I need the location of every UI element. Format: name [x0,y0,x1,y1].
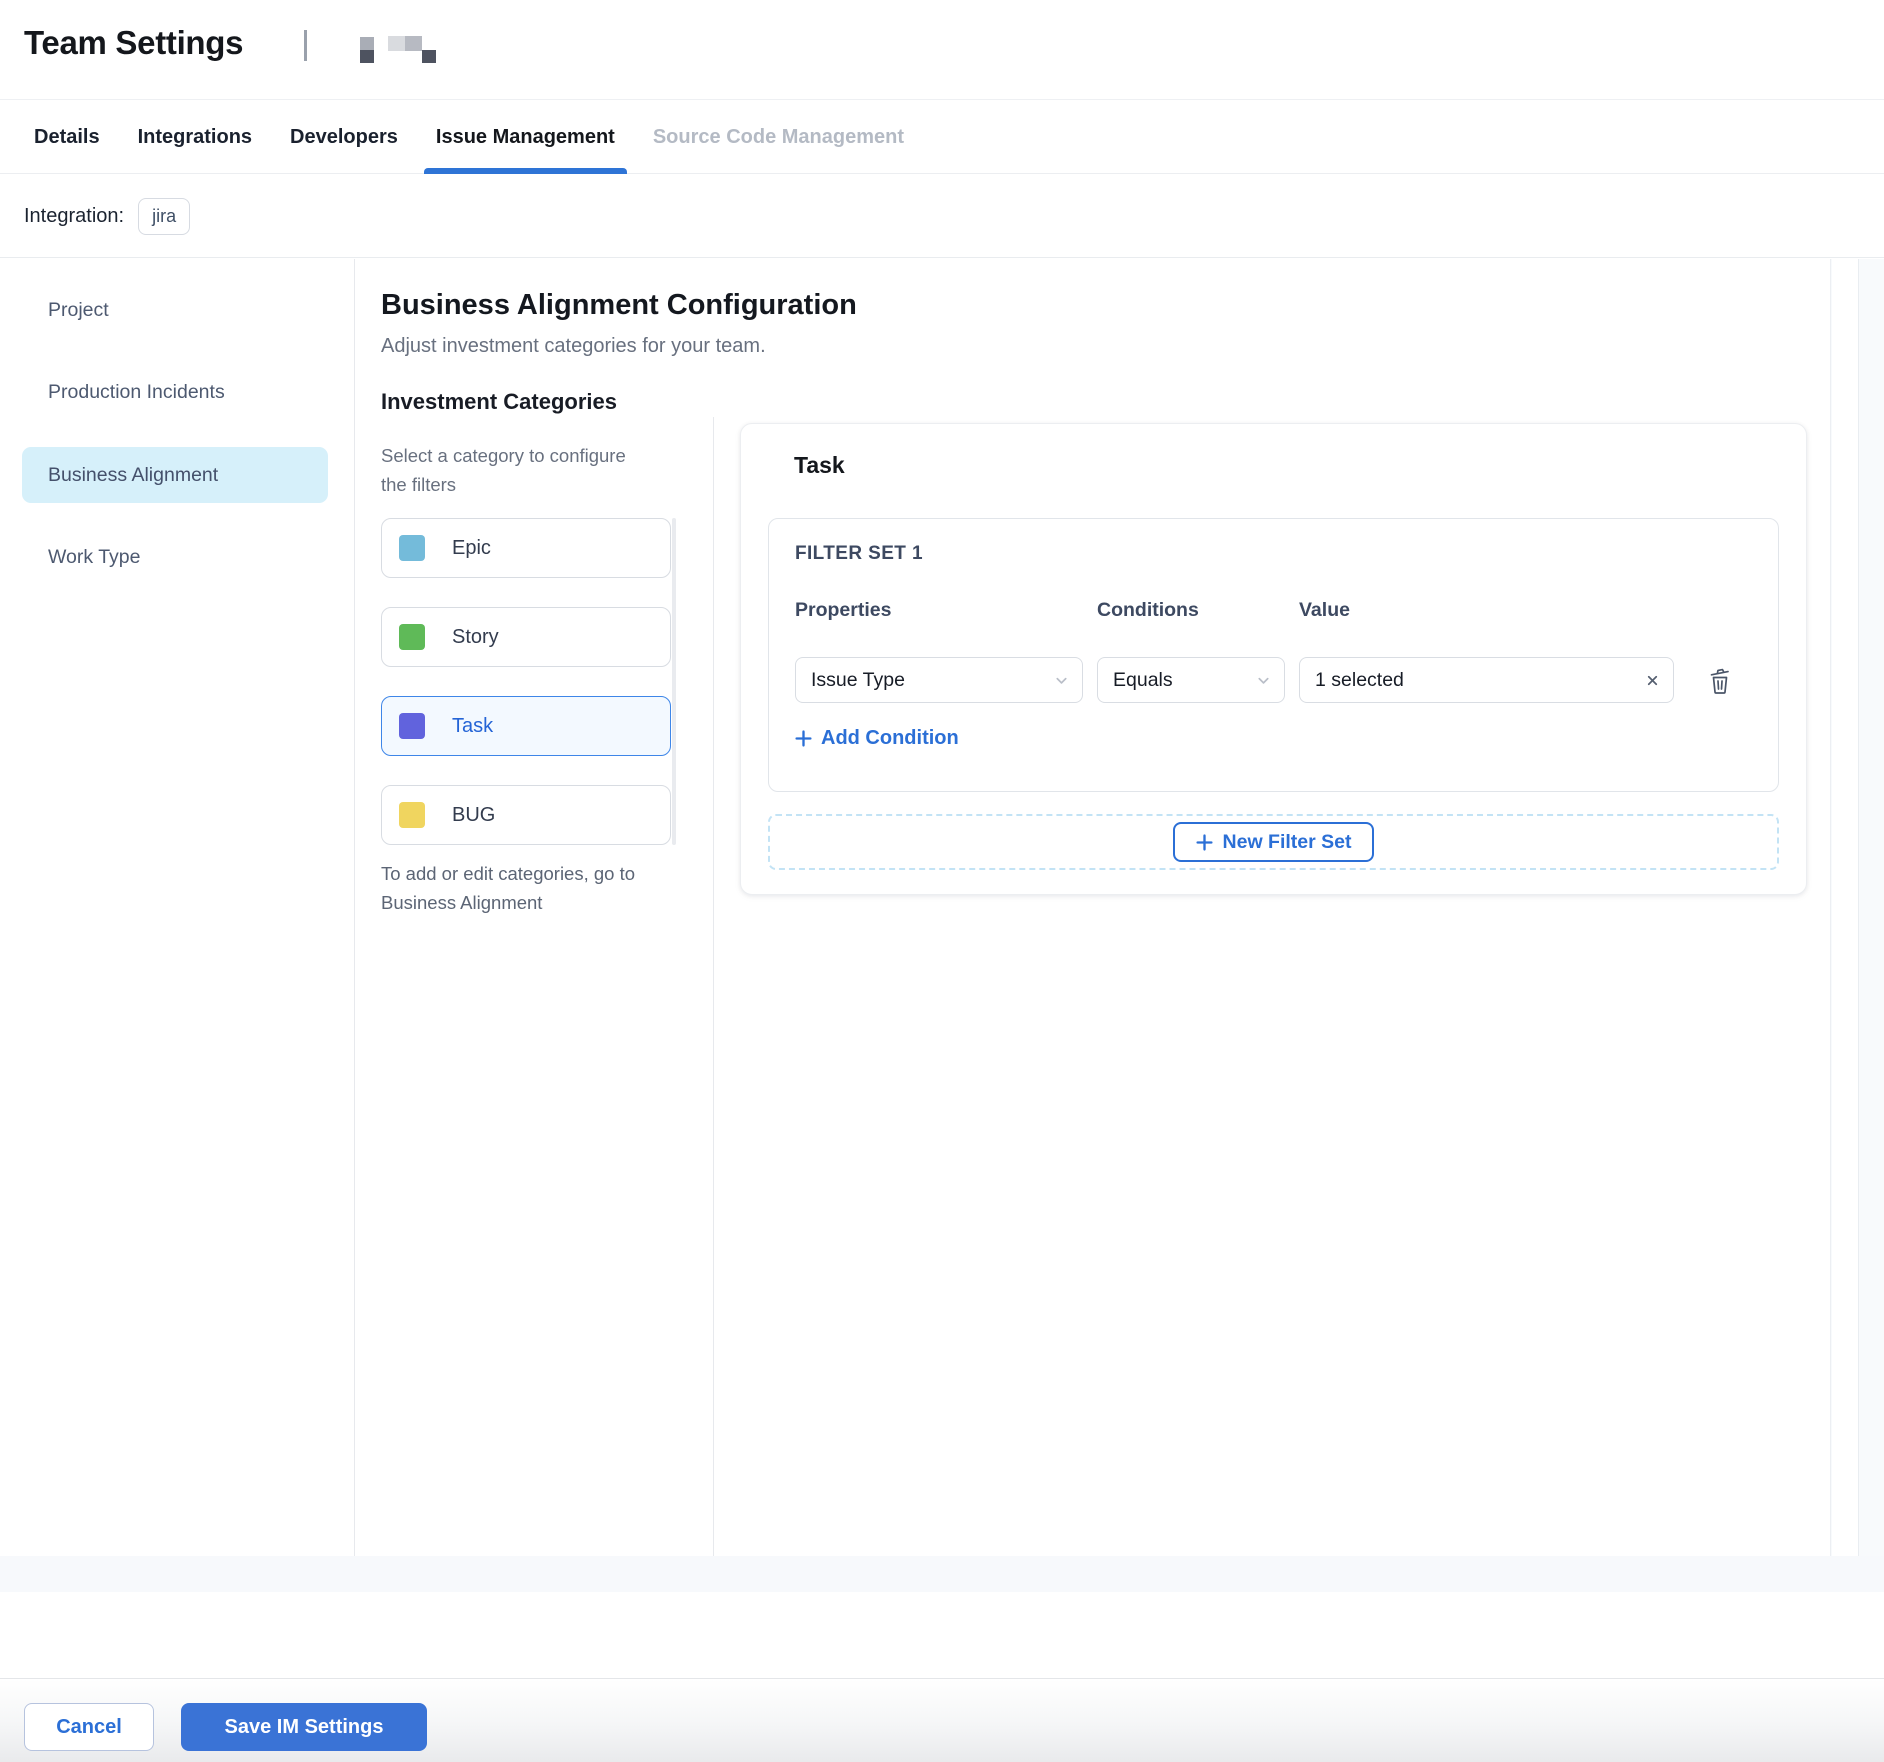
title-separator [304,30,307,61]
column-header-properties: Properties [795,599,891,622]
settings-body: Project Production Incidents Business Al… [0,259,1884,1556]
sidebar-item-project[interactable]: Project [48,299,109,322]
category-label: Story [452,626,499,649]
category-list-scrollbar[interactable] [672,518,676,845]
value-multiselect[interactable]: 1 selected [1299,657,1674,703]
sidebar-item-label: Business Alignment [48,464,218,487]
bug-color-swatch [399,802,425,828]
value-selected-count: 1 selected [1315,669,1404,692]
sidebar-item-business-alignment[interactable]: Business Alignment [22,447,328,503]
column-header-conditions: Conditions [1097,599,1199,622]
chevron-down-icon [1054,673,1069,688]
column-divider [713,417,714,1556]
sidebar-item-work-type[interactable]: Work Type [48,546,140,569]
category-button-story[interactable]: Story [381,607,671,667]
page-header: Team Settings [0,0,1884,100]
tab-developers[interactable]: Developers [290,101,398,173]
condition-select-value: Equals [1113,669,1173,692]
tab-integrations[interactable]: Integrations [138,101,252,173]
filter-set-box: FILTER SET 1 Properties Conditions Value… [768,518,1779,792]
task-color-swatch [399,713,425,739]
tab-source-code-management: Source Code Management [653,101,904,173]
property-select[interactable]: Issue Type [795,657,1083,703]
save-im-settings-button[interactable]: Save IM Settings [181,1703,427,1751]
tab-issue-management[interactable]: Issue Management [436,101,615,173]
page-title: Team Settings [24,24,243,62]
property-select-value: Issue Type [811,669,905,692]
sidebar-item-production-incidents[interactable]: Production Incidents [48,381,225,404]
tab-bar: Details Integrations Developers Issue Ma… [0,101,1884,174]
team-settings-page: Team Settings Details Integrations Devel… [0,0,1884,1762]
delete-filter-icon[interactable] [1707,667,1733,695]
category-button-bug[interactable]: BUG [381,785,671,845]
condition-select[interactable]: Equals [1097,657,1285,703]
new-filter-set-dropzone: New Filter Set [768,814,1779,870]
category-label: BUG [452,804,495,827]
new-filter-set-label: New Filter Set [1223,831,1352,854]
investment-categories-description: Select a category to configure the filte… [381,441,653,499]
tab-details[interactable]: Details [34,101,100,173]
category-label: Epic [452,537,491,560]
scrollbar-gutter [1830,259,1884,1556]
section-title: Business Alignment Configuration [381,289,857,322]
task-filter-card: Task FILTER SET 1 Properties Conditions … [740,423,1807,895]
filter-set-title: FILTER SET 1 [795,543,923,565]
clear-value-icon[interactable] [1645,673,1660,688]
integration-chip[interactable]: jira [138,198,190,235]
add-condition-label: Add Condition [821,727,959,750]
add-condition-button[interactable]: Add Condition [795,727,959,750]
category-list: Epic Story Task BUG [381,518,671,874]
investment-categories-title: Investment Categories [381,389,617,415]
card-title: Task [794,452,845,479]
category-button-epic[interactable]: Epic [381,518,671,578]
settings-sidebar: Project Production Incidents Business Al… [0,259,355,1556]
story-color-swatch [399,624,425,650]
chevron-down-icon [1256,673,1271,688]
integration-label: Integration: [24,205,124,228]
category-button-task[interactable]: Task [381,696,671,756]
integration-bar: Integration: jira [0,175,1884,258]
section-subtitle: Adjust investment categories for your te… [381,335,766,358]
business-alignment-section: Business Alignment Configuration Adjust … [355,259,1884,1556]
column-header-value: Value [1299,599,1350,622]
vertical-scrollbar-thumb[interactable] [1832,259,1859,1556]
action-footer: Cancel Save IM Settings [0,1678,1884,1762]
content-bottom-band [0,1556,1884,1592]
categories-footnote: To add or edit categories, go to Busines… [381,859,663,917]
new-filter-set-button[interactable]: New Filter Set [1173,822,1375,862]
plus-icon [1196,834,1213,851]
category-label: Task [452,715,493,738]
cancel-button[interactable]: Cancel [24,1703,154,1751]
plus-icon [795,730,812,747]
epic-color-swatch [399,535,425,561]
